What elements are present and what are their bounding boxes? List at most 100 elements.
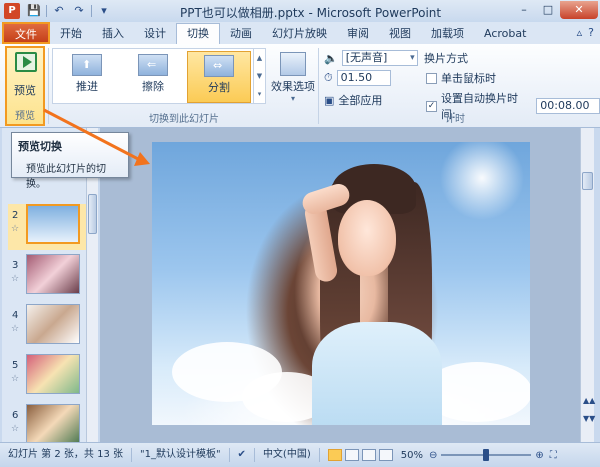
slide-photo-face (338, 200, 396, 276)
zoom-percent[interactable]: 50% (401, 450, 423, 461)
transition-split-label: 分割 (208, 81, 230, 94)
transition-star-icon: ☆ (11, 324, 20, 334)
effect-options-dropdown-icon: ▾ (290, 94, 295, 103)
transition-star-icon: ☆ (11, 424, 20, 434)
zoom-slider[interactable] (441, 449, 532, 461)
current-slide[interactable] (152, 142, 530, 425)
transition-star-icon: ☆ (11, 274, 20, 284)
sound-select[interactable]: [无声音] (341, 50, 418, 66)
slide-thumbnail[interactable]: 4 ☆ (8, 304, 86, 350)
slide-thumbnail[interactable]: 2 ☆ (8, 204, 86, 250)
fit-to-window-icon[interactable]: ⛶ (550, 450, 557, 461)
view-switcher (327, 449, 393, 461)
slide-number: 2 (12, 210, 19, 221)
duration-row: ⏱ 01.50 (324, 70, 391, 86)
slide-thumbnail[interactable]: 3 ☆ (8, 254, 86, 300)
zoom-out-icon[interactable]: ⊖ (429, 450, 437, 461)
transition-wipe-label: 擦除 (142, 80, 164, 93)
tab-home[interactable]: 开始 (50, 24, 92, 44)
slide-pane-scroll-thumb[interactable] (88, 194, 97, 234)
ribbon-transitions: 预览 预览 ⬆ 推进 ⇐ 擦除 ⇔ 分割 ▲ ▼ ▾ 效果选项 ▾ 切换到此幻灯… (0, 44, 600, 128)
zoom-in-icon[interactable]: ⊕ (535, 450, 543, 461)
ribbon-tabs: 文件 开始 插入 设计 切换 动画 幻灯片放映 审阅 视图 加载项 Acroba… (0, 22, 600, 44)
normal-view-icon[interactable] (327, 449, 342, 461)
slide-thumbnail[interactable]: 5 ☆ (8, 354, 86, 400)
preview-button-label: 预览 (14, 84, 36, 97)
effect-options-icon (280, 52, 306, 76)
advance-slide-label: 换片方式 (424, 52, 468, 65)
customize-qat-icon[interactable]: ▾ (96, 3, 112, 19)
save-icon[interactable]: 💾 (26, 3, 42, 19)
zoom-slider-knob[interactable] (483, 449, 490, 461)
tab-animations[interactable]: 动画 (220, 24, 262, 44)
gallery-down-icon[interactable]: ▼ (257, 72, 262, 80)
transition-push[interactable]: ⬆ 推进 (55, 51, 119, 103)
slideshow-view-icon[interactable] (378, 449, 393, 461)
tab-insert[interactable]: 插入 (92, 24, 134, 44)
slide-thumbnail-image (26, 354, 80, 394)
preview-play-icon (15, 52, 37, 72)
transition-star-icon: ☆ (11, 374, 20, 384)
apply-all-row: ▣ 全部应用 (324, 92, 382, 108)
tab-review[interactable]: 审阅 (337, 24, 379, 44)
slide-thumbnail-pane: 2 ☆ 3 ☆ 4 ☆ 5 ☆ 6 ☆ (2, 180, 98, 444)
help-icon[interactable]: ? (588, 26, 594, 39)
slide-number: 6 (12, 410, 19, 421)
on-click-label: 单击鼠标时 (441, 72, 496, 85)
editor-scroll-thumb[interactable] (582, 172, 593, 190)
spelling-check-icon[interactable]: ✔ (230, 448, 255, 462)
duration-spinner[interactable]: 01.50 (336, 70, 391, 86)
sound-icon: 🔈 (324, 51, 338, 65)
maximize-button[interactable]: □ (536, 1, 560, 19)
tab-acrobat[interactable]: Acrobat (474, 24, 536, 44)
previous-slide-icon[interactable]: ▲▲ (583, 396, 595, 405)
slide-photo-shirt (312, 322, 442, 425)
tab-addins[interactable]: 加载项 (421, 24, 474, 44)
group-divider (318, 48, 319, 124)
timing-group-label: 计时 (445, 114, 465, 125)
theme-status[interactable]: "1_默认设计模板" (132, 448, 230, 462)
slide-thumbnail-image (26, 204, 80, 244)
language-status[interactable]: 中文(中国) (255, 448, 320, 462)
slide-position-status: 幻灯片 第 2 张，共 13 张 (0, 448, 132, 462)
title-bar: P 💾 ↶ ↷ ▾ PPT也可以做相册.pptx - Microsoft Pow… (0, 0, 600, 22)
slide-thumbnail-image (26, 254, 80, 294)
slide-number: 4 (12, 310, 19, 321)
tooltip-title: 预览切换 (18, 140, 62, 153)
tab-view[interactable]: 视图 (379, 24, 421, 44)
gallery-up-icon[interactable]: ▲ (257, 54, 262, 62)
slide-number: 5 (12, 360, 19, 371)
transition-group-label: 切换到此幻灯片 (149, 114, 219, 125)
split-transition-icon: ⇔ (204, 55, 234, 77)
transition-push-label: 推进 (76, 80, 98, 93)
powerpoint-app-icon[interactable]: P (4, 3, 20, 19)
gallery-more-icon[interactable]: ▾ (258, 90, 262, 98)
effect-options-button[interactable]: 效果选项 ▾ (270, 48, 316, 110)
tab-transitions[interactable]: 切换 (176, 23, 220, 44)
close-button[interactable]: ✕ (560, 1, 598, 19)
on-click-checkbox[interactable] (426, 72, 437, 84)
minimize-ribbon-icon[interactable]: ▵ (577, 26, 583, 39)
editor-vertical-scrollbar[interactable]: ▲▲ ▼▼ (580, 128, 595, 442)
transition-wipe[interactable]: ⇐ 擦除 (121, 51, 185, 103)
transition-split[interactable]: ⇔ 分割 (187, 51, 251, 103)
quick-access-toolbar: 💾 ↶ ↷ ▾ (26, 3, 112, 19)
gallery-scroll[interactable]: ▲ ▼ ▾ (253, 49, 265, 103)
qat-divider (91, 5, 92, 17)
tab-slideshow[interactable]: 幻灯片放映 (262, 24, 337, 44)
advance-slide-title: 换片方式 (424, 50, 468, 66)
redo-icon[interactable]: ↷ (71, 3, 87, 19)
slide-sorter-view-icon[interactable] (344, 449, 359, 461)
duration-icon: ⏱ (324, 71, 333, 84)
preview-button[interactable]: 预览 预览 (5, 46, 45, 126)
transition-star-icon: ☆ (11, 224, 20, 234)
undo-icon[interactable]: ↶ (51, 3, 67, 19)
reading-view-icon[interactable] (361, 449, 376, 461)
apply-all-button[interactable]: 全部应用 (338, 92, 382, 108)
apply-all-icon: ▣ (324, 93, 335, 107)
tab-file[interactable]: 文件 (2, 22, 50, 44)
group-divider (48, 48, 49, 124)
minimize-button[interactable]: – (512, 1, 536, 19)
next-slide-icon[interactable]: ▼▼ (583, 414, 595, 423)
tab-design[interactable]: 设计 (134, 24, 176, 44)
